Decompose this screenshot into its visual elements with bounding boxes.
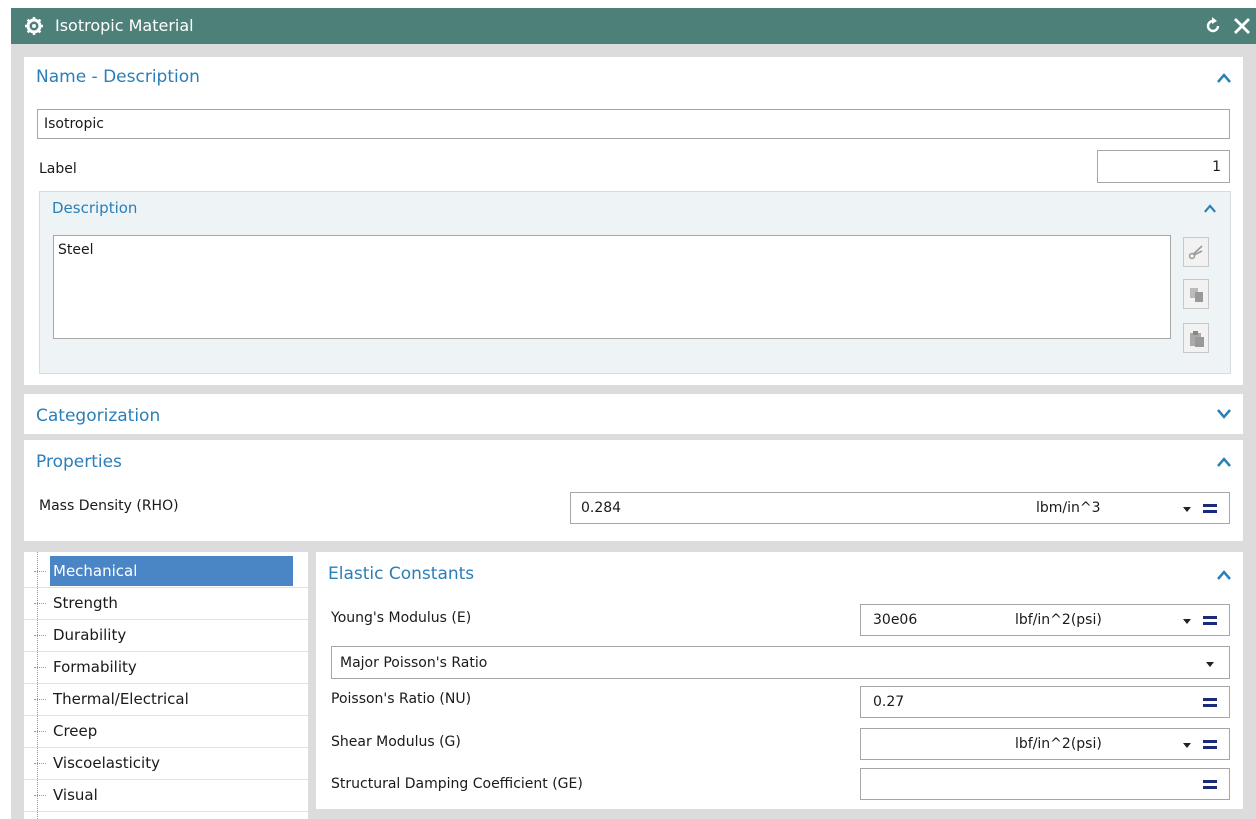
chevron-down-icon[interactable] <box>1217 409 1231 419</box>
youngs-modulus-unit[interactable]: lbf/in^2(psi) <box>1015 612 1102 628</box>
close-icon[interactable] <box>1233 17 1251 35</box>
paste-icon <box>1190 331 1204 347</box>
label-input[interactable]: 1 <box>1097 150 1230 183</box>
name-input[interactable]: Isotropic <box>37 109 1230 139</box>
youngs-modulus-field[interactable]: 30e06 lbf/in^2(psi) <box>860 604 1230 636</box>
poisson-ratio-label: Poisson's Ratio (NU) <box>331 691 472 707</box>
cut-button[interactable] <box>1183 237 1209 267</box>
poisson-ratio-type-value: Major Poisson's Ratio <box>340 654 488 671</box>
label-input-value: 1 <box>1212 158 1221 175</box>
dropdown-arrow-icon[interactable] <box>1206 662 1214 667</box>
poisson-ratio-value: 0.27 <box>873 694 905 710</box>
description-text: Steel <box>58 242 94 258</box>
poisson-ratio-field[interactable]: 0.27 <box>860 686 1230 718</box>
shear-modulus-field[interactable]: lbf/in^2(psi) <box>860 728 1230 760</box>
tree-item-strength[interactable]: Strength <box>24 588 308 620</box>
chevron-up-icon[interactable] <box>1204 204 1216 213</box>
mass-density-label: Mass Density (RHO) <box>39 498 179 514</box>
copy-button[interactable] <box>1183 279 1209 309</box>
equals-icon[interactable] <box>1203 780 1217 789</box>
tree-item-thermal-electrical[interactable]: Thermal/Electrical <box>24 684 308 716</box>
section-title-name-description: Name - Description <box>36 67 200 87</box>
window-titlebar: Isotropic Material <box>11 8 1256 44</box>
youngs-modulus-label: Young's Modulus (E) <box>331 610 472 626</box>
categorization-section[interactable]: Categorization <box>24 394 1243 434</box>
name-input-value: Isotropic <box>44 116 104 132</box>
category-tree: Mechanical Strength Durability Formabili… <box>24 552 308 819</box>
equals-icon[interactable] <box>1203 504 1217 513</box>
mass-density-unit[interactable]: lbm/in^3 <box>1036 500 1101 516</box>
tree-item-mechanical[interactable]: Mechanical <box>24 556 308 588</box>
shear-modulus-label: Shear Modulus (G) <box>331 734 461 750</box>
copy-icon <box>1190 288 1203 302</box>
youngs-modulus-value: 30e06 <box>873 612 918 628</box>
mass-density-value: 0.284 <box>581 500 622 516</box>
reset-icon[interactable] <box>1203 16 1223 36</box>
equals-icon[interactable] <box>1203 698 1217 707</box>
window-title: Isotropic Material <box>55 16 194 35</box>
section-title-properties: Properties <box>36 452 122 472</box>
equals-icon[interactable] <box>1203 740 1217 749</box>
elastic-constants-section: Elastic Constants Young's Modulus (E) 30… <box>316 552 1243 809</box>
damping-coefficient-label: Structural Damping Coefficient (GE) <box>331 776 583 792</box>
cut-icon <box>1188 245 1203 260</box>
tree-item-formability[interactable]: Formability <box>24 652 308 684</box>
shear-modulus-unit[interactable]: lbf/in^2(psi) <box>1015 736 1102 752</box>
tree-item-creep[interactable]: Creep <box>24 716 308 748</box>
tree-item-viscoelasticity[interactable]: Viscoelasticity <box>24 748 308 780</box>
damping-coefficient-field[interactable] <box>860 768 1230 800</box>
gear-icon[interactable] <box>25 17 43 35</box>
description-textarea[interactable]: Steel <box>53 235 1171 339</box>
description-subpanel: Description Steel <box>39 191 1231 374</box>
tree-item-visual[interactable]: Visual <box>24 780 308 812</box>
mass-density-field[interactable]: 0.284 lbm/in^3 <box>570 492 1230 524</box>
equals-icon[interactable] <box>1203 616 1217 625</box>
chevron-up-icon[interactable] <box>1217 570 1231 580</box>
chevron-up-icon[interactable] <box>1217 457 1231 467</box>
poisson-ratio-type-select[interactable]: Major Poisson's Ratio <box>331 646 1230 679</box>
section-title-description: Description <box>52 199 138 217</box>
tree-item-durability[interactable]: Durability <box>24 620 308 652</box>
unit-dropdown-icon[interactable] <box>1183 619 1191 624</box>
chevron-up-icon[interactable] <box>1217 73 1231 83</box>
section-title-categorization: Categorization <box>36 406 161 426</box>
name-description-section: Name - Description Isotropic Label 1 Des… <box>24 57 1243 385</box>
paste-button[interactable] <box>1183 323 1209 353</box>
unit-dropdown-icon[interactable] <box>1183 507 1191 512</box>
label-field-label: Label <box>39 161 77 177</box>
properties-section: Properties Mass Density (RHO) 0.284 lbm/… <box>24 440 1243 541</box>
unit-dropdown-icon[interactable] <box>1183 743 1191 748</box>
section-title-elastic-constants: Elastic Constants <box>328 564 475 584</box>
